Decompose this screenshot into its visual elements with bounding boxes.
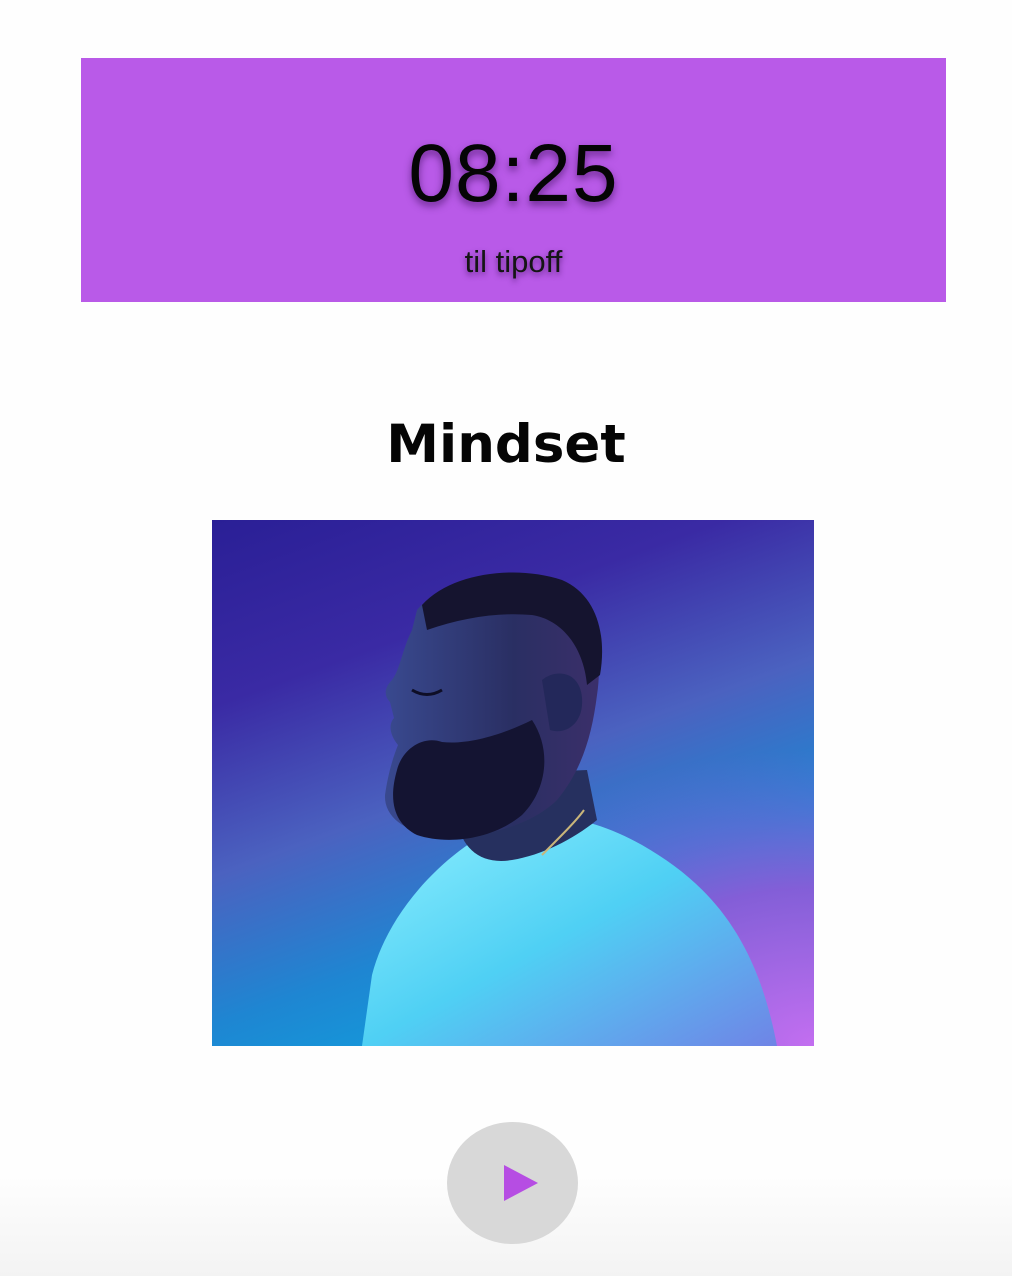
play-button[interactable] [447, 1122, 578, 1244]
athlete-portrait-illustration [362, 572, 777, 1046]
athlete-portrait-image [212, 520, 814, 1046]
page: 08:25 til tipoff Mindset [0, 0, 1012, 1276]
play-icon [504, 1165, 538, 1201]
countdown-time: 08:25 [408, 128, 619, 219]
countdown-banner: 08:25 til tipoff [81, 58, 946, 302]
section-title: Mindset [386, 414, 626, 475]
countdown-caption: til tipoff [464, 244, 563, 279]
